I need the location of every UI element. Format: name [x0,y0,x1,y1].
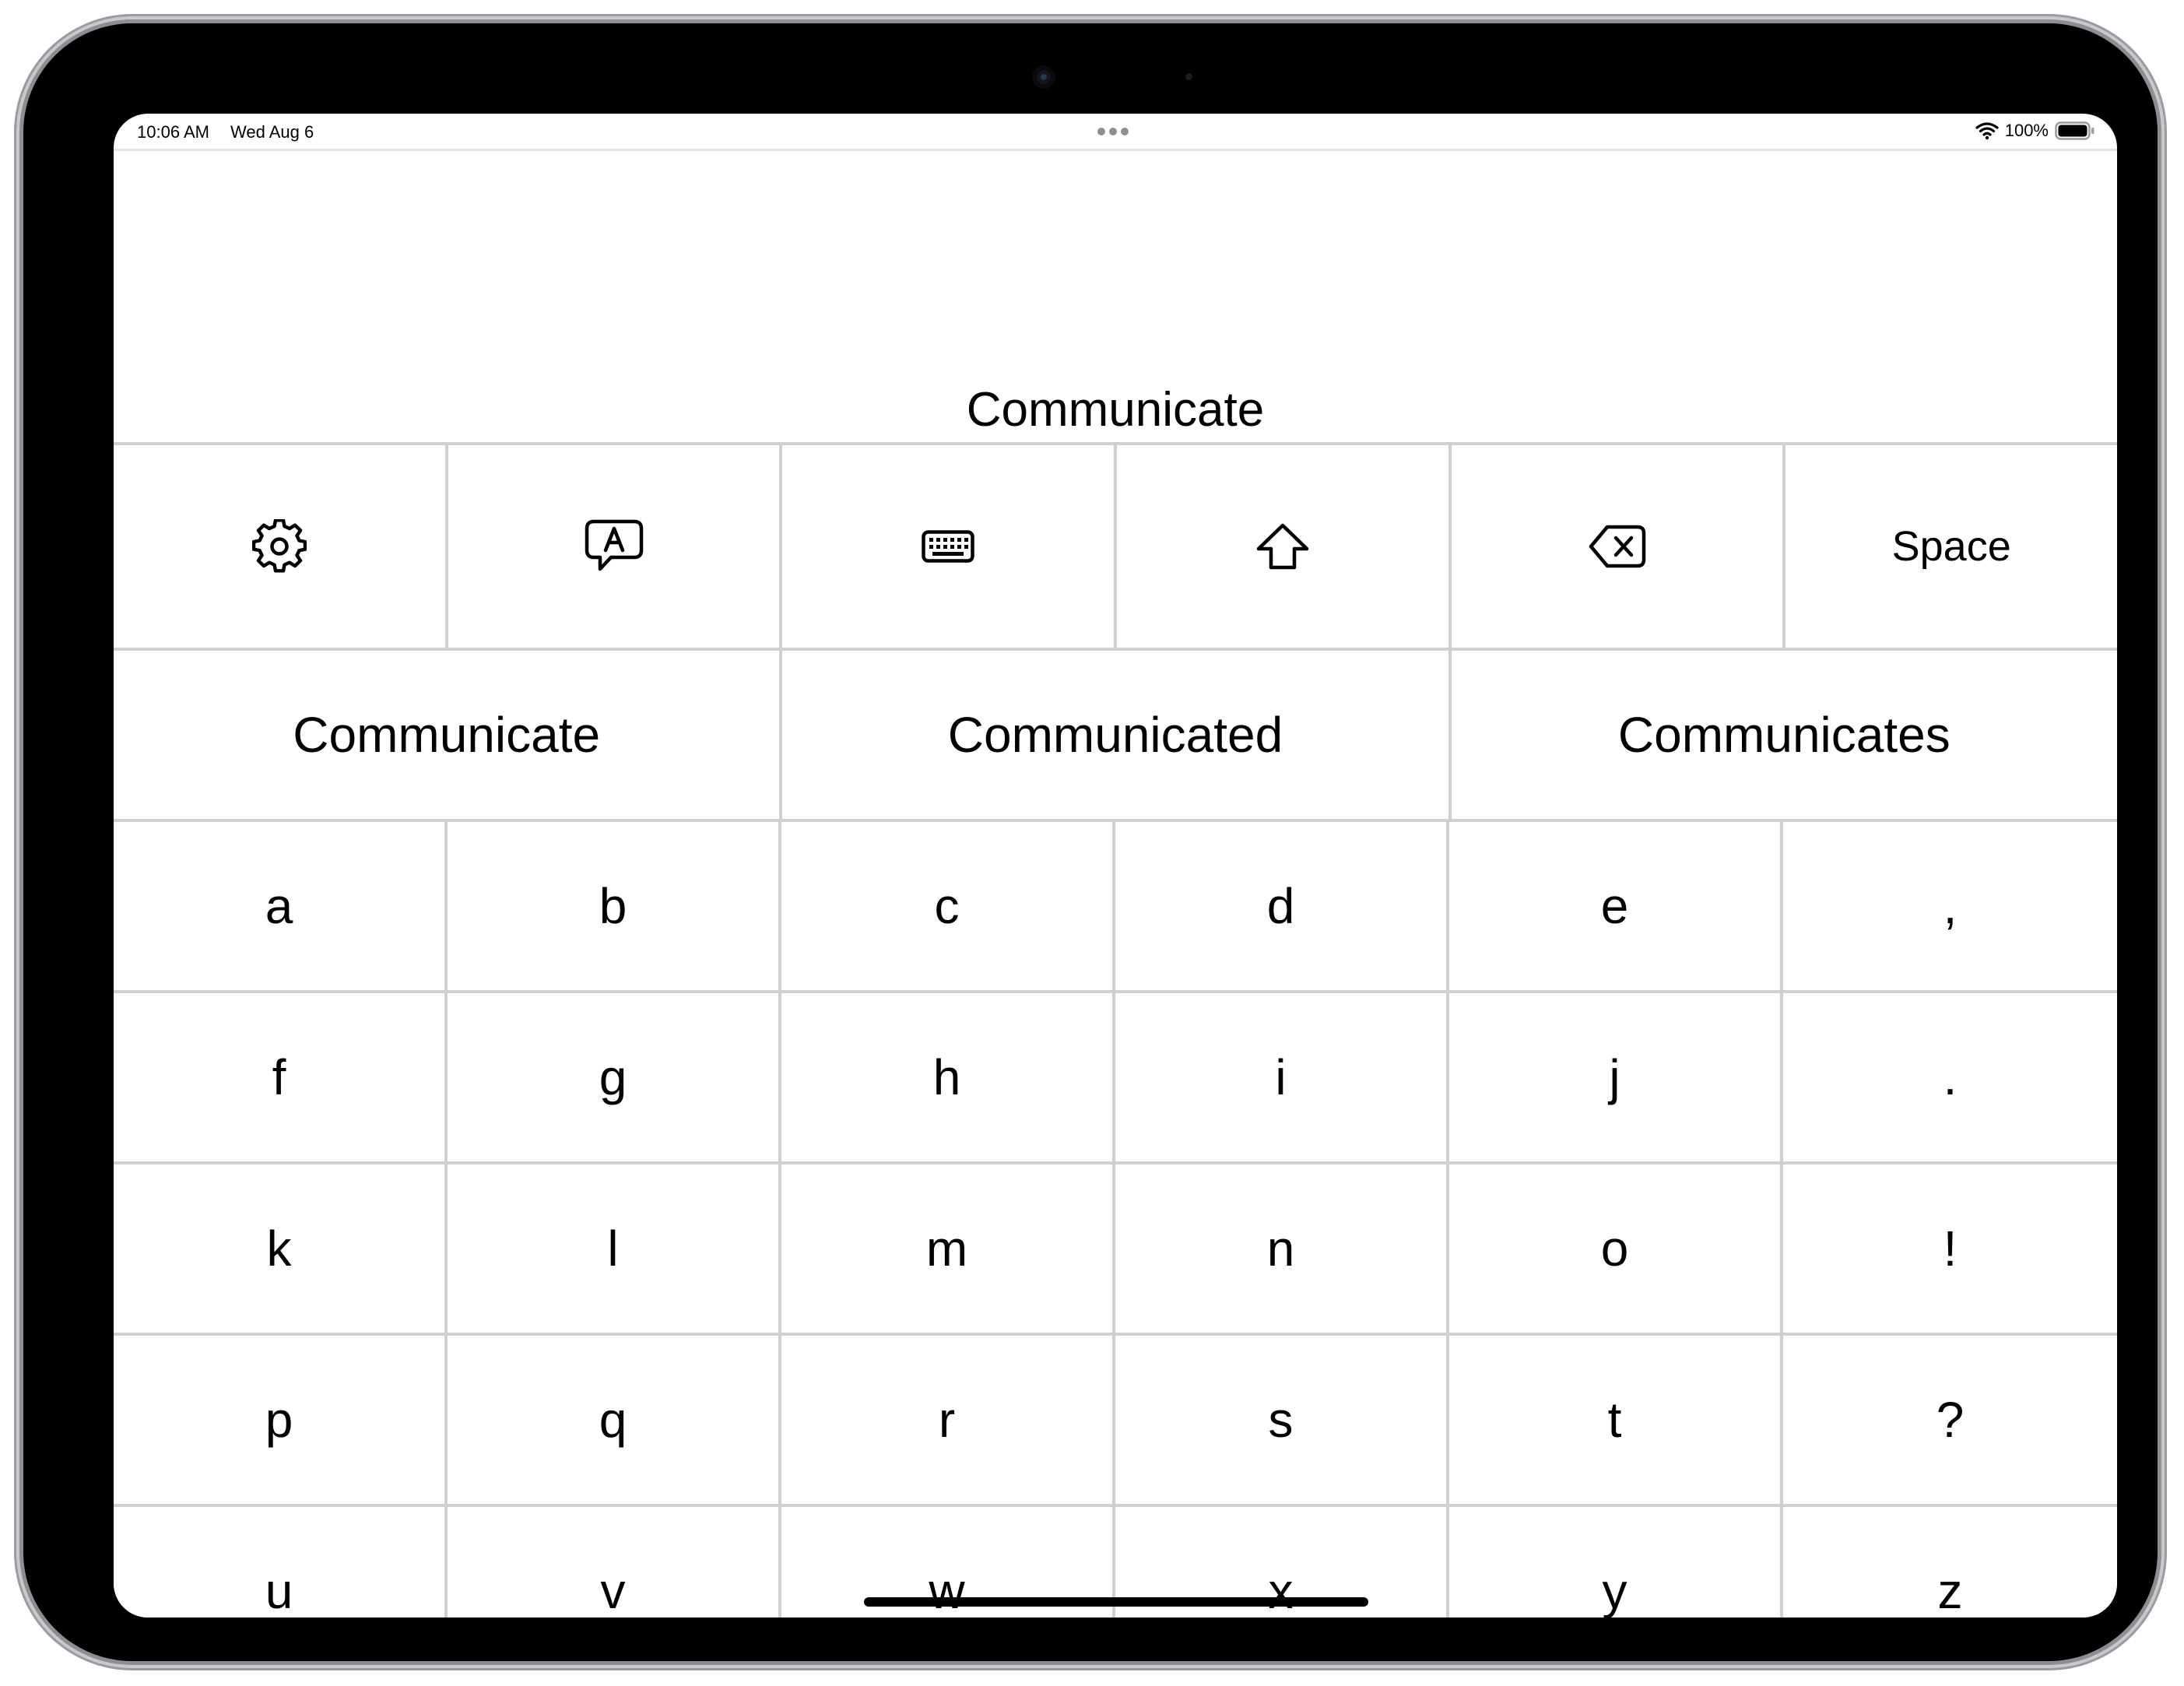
multitasking-dots-icon[interactable] [1097,128,1129,135]
top-button [16,117,23,249]
shift-button[interactable] [1117,445,1452,648]
space-button-label: Space [1891,523,2011,570]
letter-key[interactable]: v [448,1507,781,1618]
letter-key[interactable]: t [1449,1336,1783,1507]
suggestion-label: Communicates [1617,707,1951,763]
battery-percentage: 100% [2004,121,2049,140]
letter-key[interactable]: g [448,993,781,1164]
toolbar-row: Space [114,445,2117,651]
letter-key[interactable]: i [1115,993,1449,1164]
letter-key[interactable]: a [114,822,448,993]
shift-arrow-icon [1256,523,1309,570]
letter-key[interactable]: o [1449,1164,1783,1336]
letter-key[interactable]: u [114,1507,448,1618]
composed-text: Communicate [966,382,1265,437]
status-indicators: 100% [1975,121,2095,141]
keyboard-button[interactable] [782,445,1118,648]
status-time: 10:06 AM [137,122,209,142]
punctuation-key[interactable]: . [1783,993,2117,1164]
letter-key[interactable]: h [781,993,1115,1164]
ambient-light-sensor [1185,73,1192,80]
status-bar: 10:06 AM Wed Aug 6 100% [114,114,2117,151]
letter-key[interactable]: f [114,993,448,1164]
letter-key[interactable]: s [1115,1336,1449,1507]
letter-keyboard: a b c d e , f g h i j . k l m n o ! p q … [114,822,2117,1618]
suggestions-row: Communicate Communicated Communicates [114,651,2117,822]
settings-button[interactable] [114,445,448,648]
wifi-icon [1975,122,1999,140]
suggestion-button[interactable]: Communicated [782,651,1452,819]
letter-key[interactable]: l [448,1164,781,1336]
letter-key[interactable]: c [781,822,1115,993]
ipad-frame: 10:06 AM Wed Aug 6 100% Communicate Spac… [23,23,2158,1661]
letter-key[interactable]: k [114,1164,448,1336]
suggestion-button[interactable]: Communicates [1451,651,2117,819]
letter-key[interactable]: n [1115,1164,1449,1336]
front-camera [1032,65,1055,89]
delete-button[interactable] [1451,445,1786,648]
battery-icon [2055,121,2094,140]
suggestion-label: Communicate [293,707,601,763]
letter-key[interactable]: d [1115,822,1449,993]
message-display: Communicate [114,151,2117,445]
speak-button[interactable] [448,445,783,648]
letter-key[interactable]: q [448,1336,781,1507]
gear-icon [251,519,307,573]
letter-key[interactable]: b [448,822,781,993]
volume-down-button [263,17,341,23]
space-button[interactable]: Space [1785,445,2117,648]
screen: 10:06 AM Wed Aug 6 100% Communicate Spac… [114,114,2117,1618]
punctuation-key[interactable]: , [1783,822,2117,993]
letter-key[interactable]: j [1449,993,1783,1164]
letter-key[interactable]: y [1449,1507,1783,1618]
punctuation-key[interactable]: ! [1783,1164,2117,1336]
letter-key[interactable]: r [781,1336,1115,1507]
letter-key[interactable]: m [781,1164,1115,1336]
letter-key[interactable]: e [1449,822,1783,993]
letter-key[interactable]: z [1783,1507,2117,1618]
suggestion-button[interactable]: Communicate [114,651,783,819]
status-date: Wed Aug 6 [230,122,314,142]
suggestion-label: Communicated [947,707,1283,763]
letter-key[interactable]: p [114,1336,448,1507]
volume-up-button [171,17,249,23]
delete-backward-icon [1589,525,1645,568]
home-indicator[interactable] [864,1597,1368,1607]
punctuation-key[interactable]: ? [1783,1336,2117,1507]
speech-bubble-a-icon [585,519,643,571]
keyboard-icon [922,530,974,563]
